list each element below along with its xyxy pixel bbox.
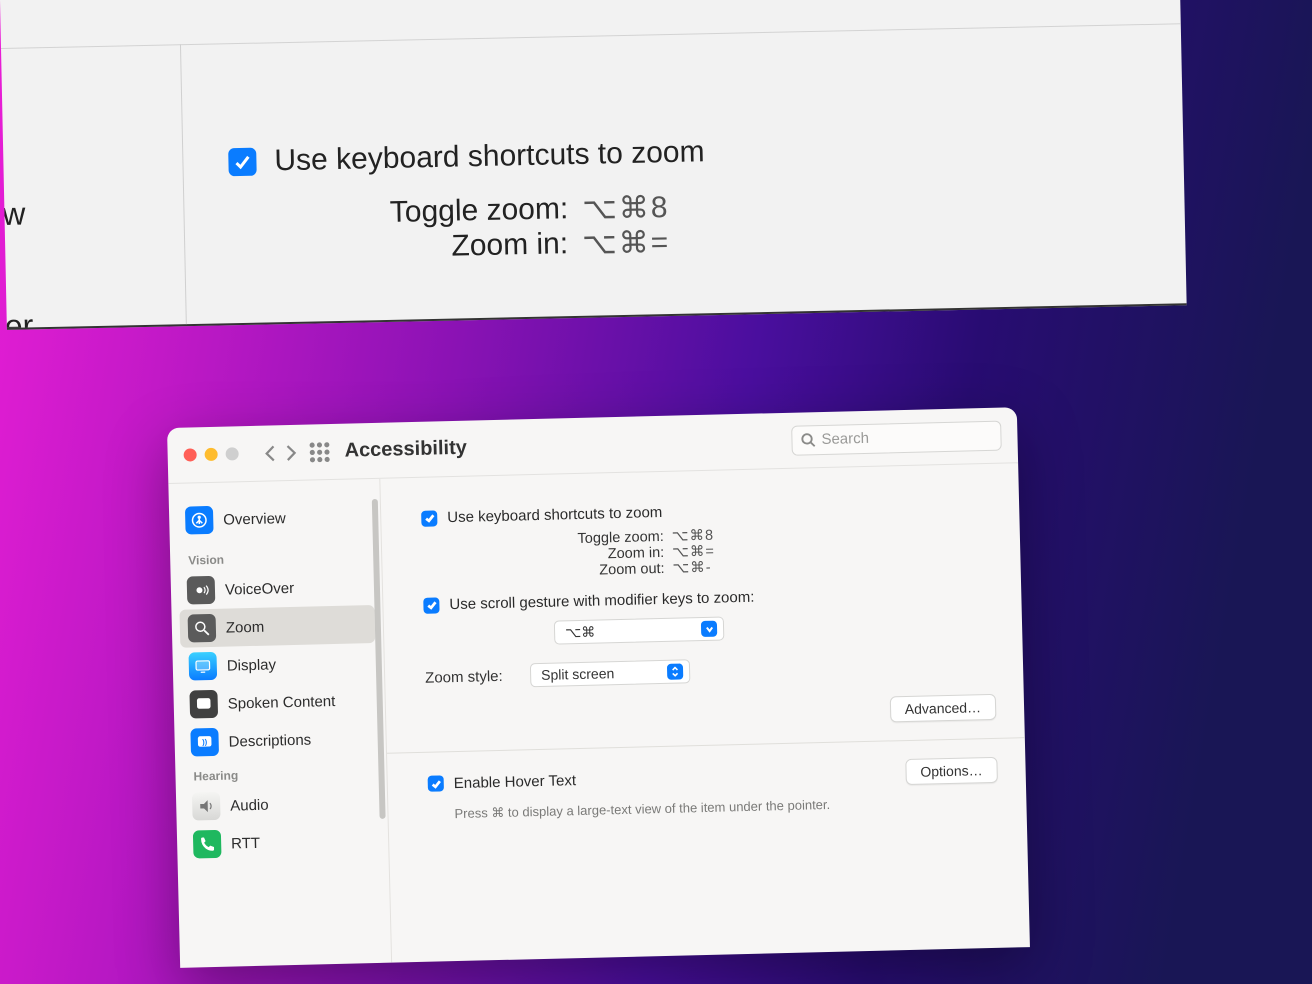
enable-hover-text-label: Enable Hover Text [454, 772, 577, 792]
close-button[interactable] [184, 448, 197, 461]
zoom-style-value: Split screen [541, 665, 615, 683]
sidebar-item-label: VoiceOver [225, 579, 295, 598]
sidebar-item-label: RTT [231, 834, 260, 852]
use-keyboard-shortcuts-label: Use keyboard shortcuts to zoom [447, 504, 662, 526]
zoom-split-preview: ew ver Use keyboard shortcuts to zoom To… [0, 0, 1187, 330]
chevron-down-icon [701, 621, 717, 637]
sidebar-item-zoom[interactable]: Zoom [179, 605, 375, 648]
hover-text-help: Press ⌘ to display a large-text view of … [454, 793, 998, 822]
search-placeholder: Search [821, 430, 869, 448]
sidebar-item-label: Audio [230, 796, 269, 814]
shortcut-label: Toggle zoom: [389, 192, 582, 231]
shortcut-keys: ⌥⌘= [672, 544, 715, 561]
sidebar-item-spoken-content[interactable]: Spoken Content [181, 681, 377, 724]
sidebar-item-label: Display [227, 656, 277, 674]
zoom-icon [188, 614, 217, 643]
display-icon [188, 652, 217, 681]
overview-icon [185, 506, 214, 535]
spoken-content-icon [189, 690, 218, 719]
maximize-button[interactable] [225, 447, 238, 460]
show-all-icon[interactable] [308, 441, 331, 464]
enable-hover-text-checkbox[interactable] [428, 775, 444, 791]
window-title: Accessibility [344, 437, 467, 463]
zoom-style-select[interactable]: Split screen [530, 659, 691, 687]
svg-text:)): )) [202, 737, 208, 746]
voiceover-icon [187, 576, 216, 605]
sidebar-item-audio[interactable]: Audio [184, 783, 380, 826]
minimize-button[interactable] [205, 448, 218, 461]
sidebar-item-label: Overview [223, 510, 286, 529]
shortcut-keys: ⌥⌘8 [672, 528, 715, 545]
descriptions-icon: )) [190, 728, 219, 757]
shortcut-keys: ⌥⌘- [672, 560, 711, 577]
sidebar-item-descriptions[interactable]: )) Descriptions [182, 719, 378, 762]
sidebar-item-label: Descriptions [228, 731, 311, 750]
sidebar-fragment: ew [0, 196, 26, 234]
sidebar-item-label: Spoken Content [228, 692, 336, 712]
use-scroll-gesture-label: Use scroll gesture with modifier keys to… [449, 589, 754, 613]
advanced-button[interactable]: Advanced… [889, 694, 996, 723]
forward-button[interactable] [280, 439, 301, 465]
shortcut-label: Zoom in: [451, 227, 582, 265]
hover-text-options-button[interactable]: Options… [905, 757, 998, 785]
use-keyboard-shortcuts-label: Use keyboard shortcuts to zoom [274, 135, 705, 178]
modifier-keys-value: ⌥⌘ [565, 623, 596, 641]
sidebar: Overview Vision VoiceOver Zoom Displa [168, 479, 392, 968]
audio-icon [192, 792, 221, 821]
back-button[interactable] [260, 440, 281, 466]
sidebar-item-overview[interactable]: Overview [177, 497, 373, 540]
sidebar-item-label: Zoom [226, 618, 265, 636]
shortcut-keys: ⌥⌘8 [582, 190, 670, 227]
modifier-keys-dropdown[interactable]: ⌥⌘ [554, 616, 725, 644]
search-input[interactable]: Search [791, 420, 1002, 455]
divider [387, 737, 1025, 754]
sidebar-item-rtt[interactable]: RTT [185, 821, 381, 864]
rtt-icon [193, 830, 222, 859]
window-controls [184, 447, 239, 461]
zoom-style-label: Zoom style: [425, 667, 530, 687]
system-preferences-window: Accessibility Search Overview Vision Voi… [167, 407, 1030, 968]
use-scroll-gesture-checkbox[interactable] [423, 597, 439, 613]
sidebar-item-display[interactable]: Display [180, 643, 376, 686]
shortcut-keys: ⌥⌘= [582, 225, 671, 262]
sidebar-item-voiceover[interactable]: VoiceOver [179, 567, 375, 610]
use-keyboard-shortcuts-checkbox[interactable] [421, 510, 437, 526]
updown-icon [667, 663, 683, 679]
content-pane: Use keyboard shortcuts to zoom Toggle zo… [380, 463, 1030, 962]
use-keyboard-shortcuts-checkbox[interactable] [228, 148, 257, 177]
